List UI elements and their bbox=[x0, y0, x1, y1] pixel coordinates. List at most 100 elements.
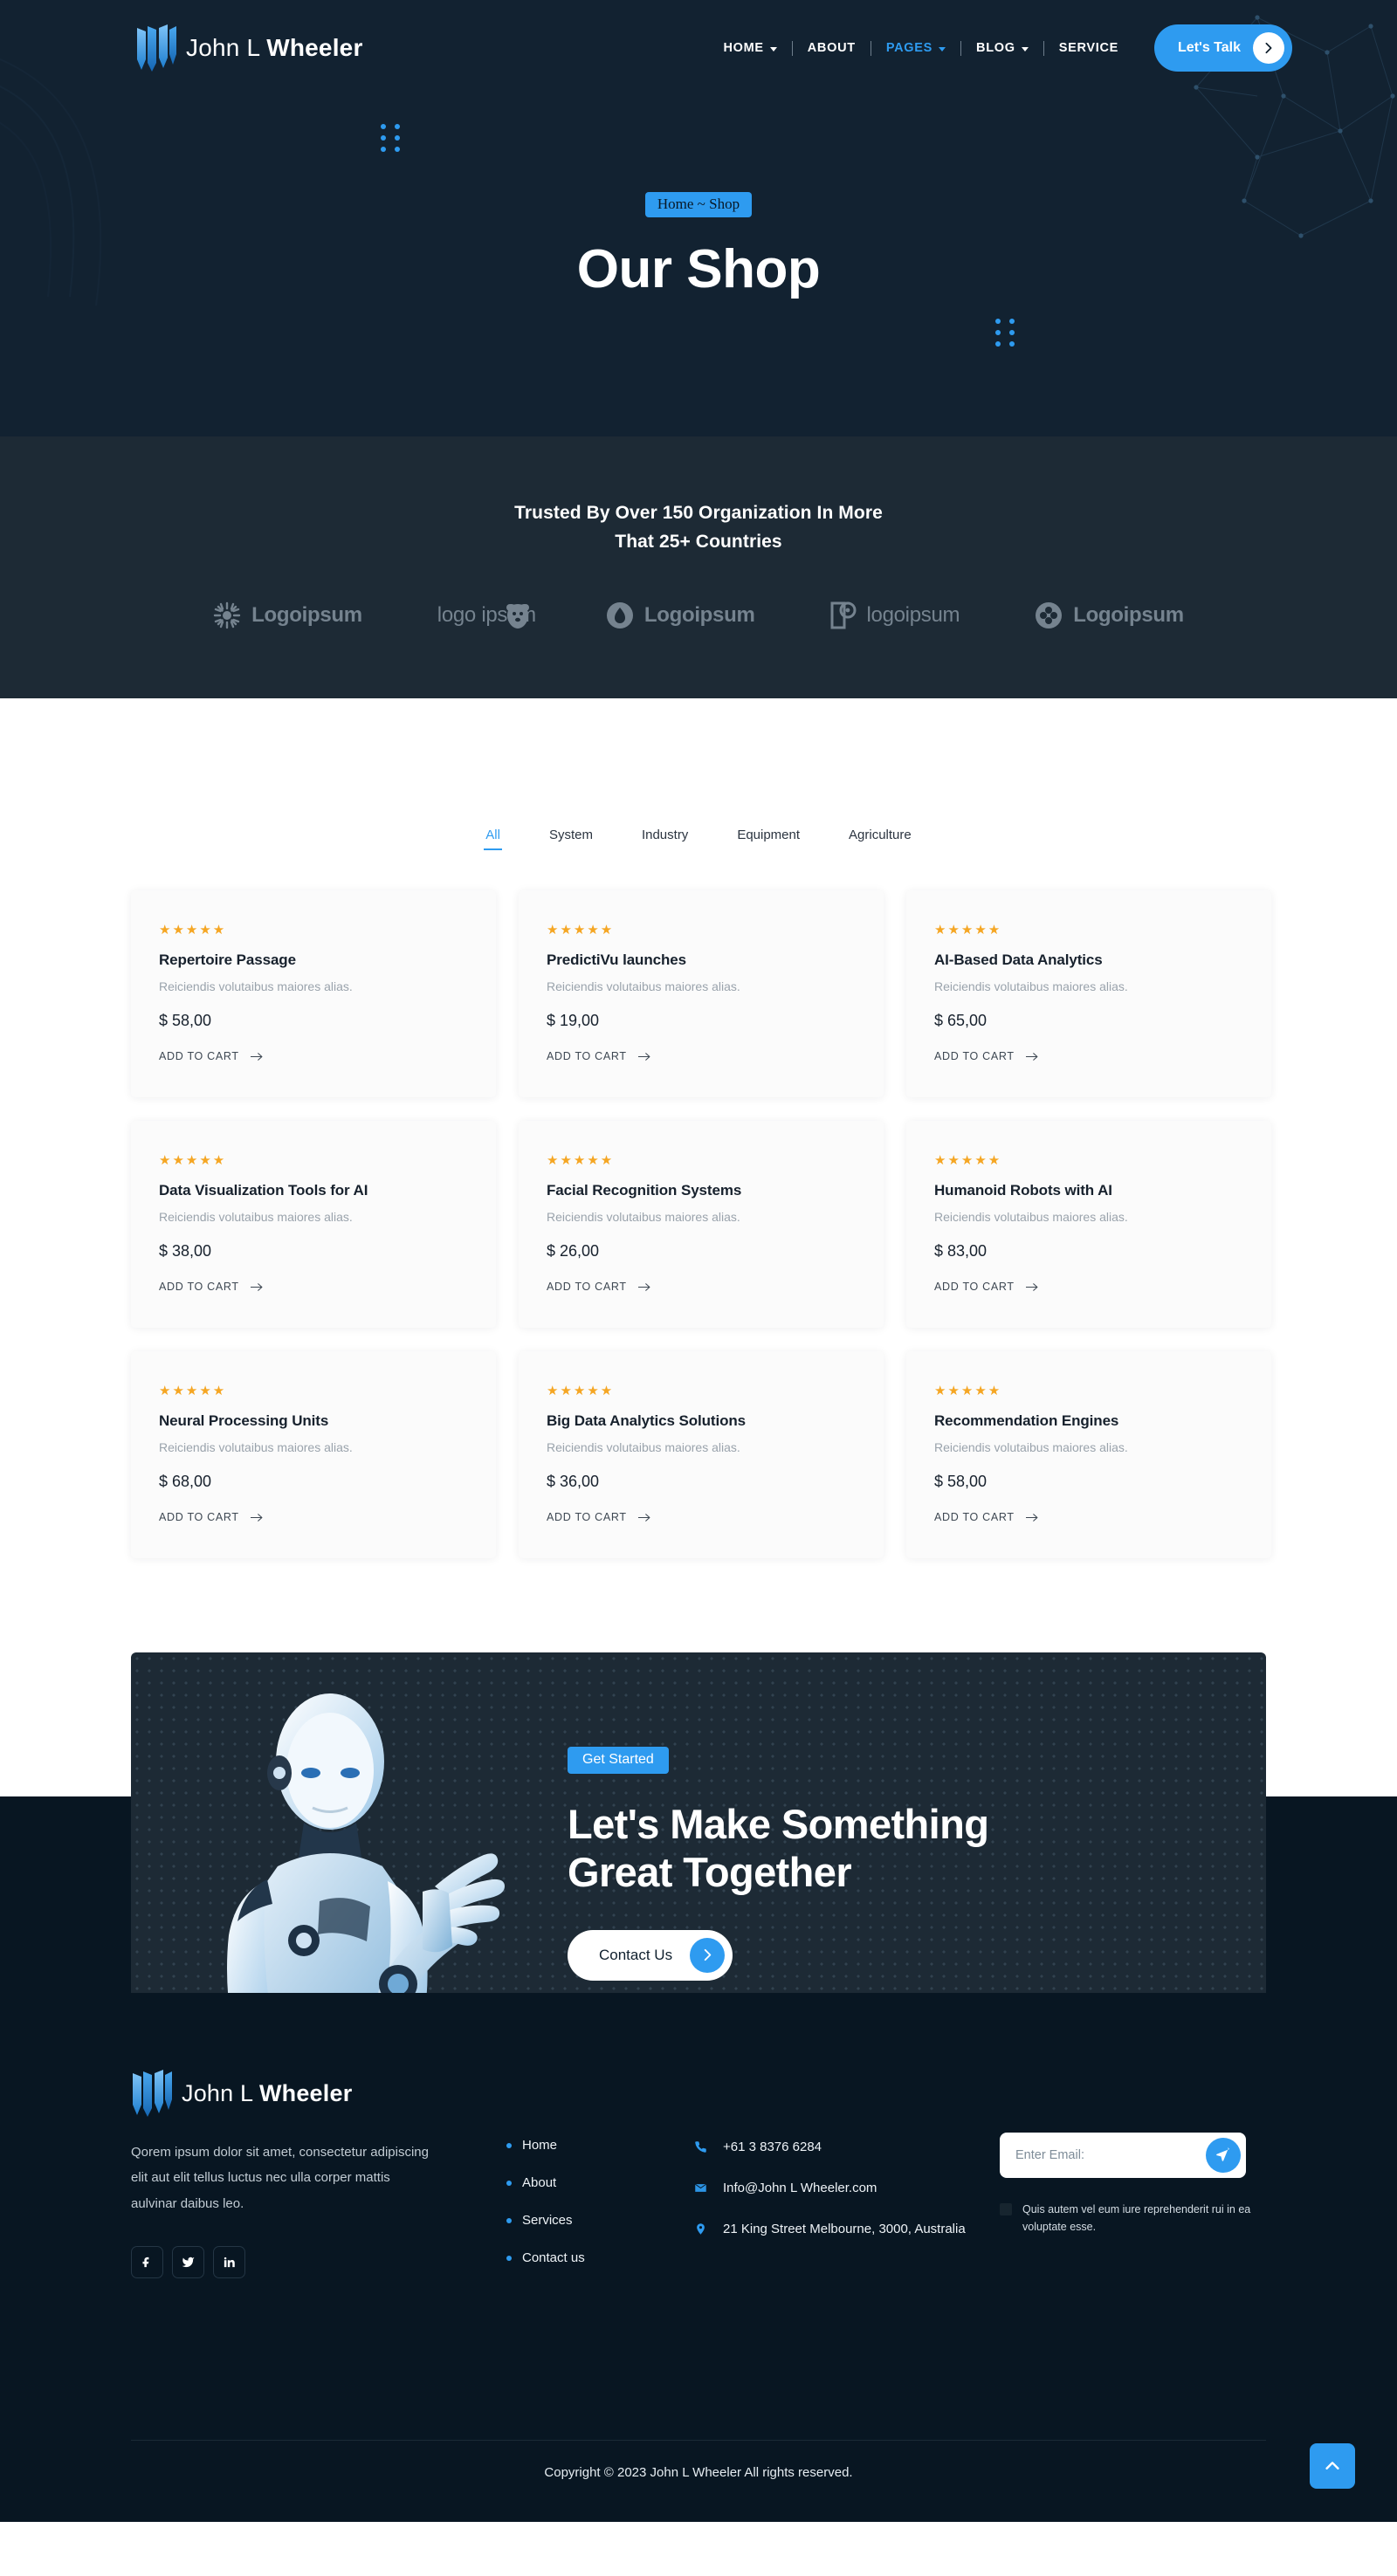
footer-link-about[interactable]: About bbox=[506, 2175, 694, 2190]
consent-checkbox[interactable] bbox=[1000, 2203, 1012, 2215]
newsletter-form bbox=[1000, 2133, 1246, 2178]
site-footer: John L Wheeler Qorem ipsum dolor sit ame… bbox=[0, 1993, 1397, 2522]
partner-logo-3-label: Logoipsum bbox=[643, 603, 755, 628]
add-to-cart-button[interactable]: ADD TO CART bbox=[547, 1050, 651, 1062]
product-card[interactable]: ★★★★★ Repertoire Passage Reiciendis voluta… bbox=[131, 890, 496, 1097]
tab-all[interactable]: All bbox=[461, 828, 525, 850]
arrow-right-icon bbox=[637, 1513, 650, 1522]
footer-link-contact-us-label: Contact us bbox=[522, 2250, 585, 2265]
nav-item-blog-label: BLOG bbox=[976, 41, 1015, 55]
mail-icon bbox=[694, 2179, 708, 2199]
chevron-down-icon bbox=[1021, 46, 1029, 52]
product-description: Reiciendis volutaibus maiores alias. bbox=[159, 1210, 353, 1224]
chevron-up-icon bbox=[1325, 2462, 1339, 2470]
add-to-cart-label: ADD TO CART bbox=[547, 1281, 627, 1293]
nav-item-home[interactable]: HOME bbox=[708, 41, 791, 55]
arrow-right-icon bbox=[250, 1513, 263, 1522]
facebook-link[interactable] bbox=[131, 2245, 163, 2278]
social-links bbox=[131, 2245, 506, 2278]
product-description: Reiciendis volutaibus maiores alias. bbox=[547, 979, 740, 993]
nav-menu: HOME ABOUT PAGES BLOG SERVICE Let's Talk bbox=[708, 24, 1292, 72]
product-title: PredictiVu launches bbox=[547, 951, 686, 968]
add-to-cart-button[interactable]: ADD TO CART bbox=[934, 1050, 1039, 1062]
product-card[interactable]: ★★★★★ Humanoid Robots with AI Reiciendis v… bbox=[906, 1121, 1271, 1328]
add-to-cart-button[interactable]: ADD TO CART bbox=[547, 1511, 651, 1523]
contact-address-text: 21 King Street Melbourne, 3000, Australi… bbox=[723, 2222, 966, 2236]
tab-system[interactable]: System bbox=[525, 828, 617, 850]
add-to-cart-button[interactable]: ADD TO CART bbox=[934, 1281, 1039, 1293]
rating-stars: ★★★★★ bbox=[934, 923, 1002, 938]
arrow-right-icon bbox=[690, 1937, 726, 1973]
twitter-link[interactable] bbox=[172, 2245, 204, 2278]
product-card[interactable]: ★★★★★ Data Visualization Tools for AI Reic… bbox=[131, 1121, 496, 1328]
scroll-to-top-button[interactable] bbox=[1310, 2443, 1355, 2489]
footer-brand-link[interactable]: John L Wheeler bbox=[131, 2070, 506, 2117]
footer-link-contact-us[interactable]: Contact us bbox=[506, 2250, 694, 2265]
twitter-icon bbox=[182, 2257, 195, 2267]
nav-item-pages[interactable]: PAGES bbox=[871, 41, 960, 55]
add-to-cart-button[interactable]: ADD TO CART bbox=[934, 1511, 1039, 1523]
cta-section-wrapper: Get Started Let's Make Something Great T… bbox=[0, 1652, 1397, 2071]
hero-content: Home ~ Shop Our Shop bbox=[0, 96, 1397, 300]
brand-name: John L Wheeler bbox=[186, 34, 363, 62]
nav-separator bbox=[960, 40, 962, 56]
add-to-cart-button[interactable]: ADD TO CART bbox=[159, 1050, 264, 1062]
partner-logo-5: Logoipsum bbox=[1035, 601, 1184, 629]
linkedin-link[interactable] bbox=[213, 2245, 245, 2278]
newsletter-submit-button[interactable] bbox=[1206, 2138, 1241, 2173]
product-card[interactable]: ★★★★★ Neural Processing Units Reiciendis v… bbox=[131, 1351, 496, 1558]
tab-equipment[interactable]: Equipment bbox=[712, 828, 824, 850]
lets-talk-button[interactable]: Let's Talk bbox=[1154, 24, 1292, 72]
tab-industry[interactable]: Industry bbox=[617, 828, 712, 850]
brand-logo-link[interactable]: John L Wheeler bbox=[135, 24, 363, 72]
contact-phone[interactable]: +61 3 8376 6284 bbox=[694, 2138, 1000, 2158]
product-title: Repertoire Passage bbox=[159, 951, 296, 968]
nav-item-blog[interactable]: BLOG bbox=[961, 41, 1043, 55]
sunburst-icon bbox=[213, 601, 241, 629]
arrow-right-icon bbox=[1025, 1052, 1038, 1061]
trusted-headline: Trusted By Over 150 Organization In More… bbox=[0, 499, 1397, 556]
contact-address[interactable]: 21 King Street Melbourne, 3000, Australi… bbox=[694, 2220, 1000, 2240]
contact-phone-text: +61 3 8376 6284 bbox=[723, 2140, 822, 2154]
email-input[interactable] bbox=[1015, 2148, 1206, 2162]
footer-brand-column: John L Wheeler Qorem ipsum dolor sit ame… bbox=[131, 2070, 506, 2288]
contact-email[interactable]: Info@John L Wheeler.com bbox=[694, 2179, 1000, 2199]
product-card[interactable]: ★★★★★ AI-Based Data Analytics Reiciendis v… bbox=[906, 890, 1271, 1097]
bullet-icon bbox=[506, 2217, 512, 2223]
contact-us-label: Contact Us bbox=[599, 1946, 673, 1963]
add-to-cart-label: ADD TO CART bbox=[547, 1050, 627, 1062]
product-card[interactable]: ★★★★★ Big Data Analytics Solutions Reicien… bbox=[519, 1351, 884, 1558]
product-title: Big Data Analytics Solutions bbox=[547, 1412, 746, 1429]
nav-separator bbox=[791, 40, 793, 56]
product-description: Reiciendis volutaibus maiores alias. bbox=[934, 979, 1128, 993]
product-title: Data Visualization Tools for AI bbox=[159, 1182, 368, 1199]
send-icon bbox=[1216, 2147, 1230, 2161]
arrow-right-icon bbox=[1025, 1513, 1038, 1522]
product-card[interactable]: ★★★★★ Facial Recognition Systems Reiciendi… bbox=[519, 1121, 884, 1328]
cta-text-block: Get Started Let's Make Something Great T… bbox=[568, 1747, 1214, 1981]
product-title: Neural Processing Units bbox=[159, 1412, 329, 1429]
location-icon bbox=[694, 2220, 708, 2240]
product-price: $ 19,00 bbox=[547, 1012, 600, 1029]
product-description: Reiciendis volutaibus maiores alias. bbox=[159, 979, 353, 993]
product-card[interactable]: ★★★★★ Recommendation Engines Reiciendis vo… bbox=[906, 1351, 1271, 1558]
add-to-cart-label: ADD TO CART bbox=[547, 1511, 627, 1523]
add-to-cart-button[interactable]: ADD TO CART bbox=[159, 1281, 264, 1293]
product-card[interactable]: ★★★★★ PredictiVu launches Reiciendis volut… bbox=[519, 890, 884, 1097]
tab-agriculture[interactable]: Agriculture bbox=[824, 828, 936, 850]
product-description: Reiciendis volutaibus maiores alias. bbox=[547, 1440, 740, 1454]
trusted-by-section: Trusted By Over 150 Organization In More… bbox=[0, 436, 1397, 698]
footer-link-services[interactable]: Services bbox=[506, 2213, 694, 2228]
add-to-cart-button[interactable]: ADD TO CART bbox=[547, 1281, 651, 1293]
nav-item-about[interactable]: ABOUT bbox=[793, 41, 871, 55]
rating-stars: ★★★★★ bbox=[934, 1153, 1002, 1168]
bullet-icon bbox=[506, 2180, 512, 2186]
add-to-cart-button[interactable]: ADD TO CART bbox=[159, 1511, 264, 1523]
rating-stars: ★★★★★ bbox=[159, 1384, 227, 1398]
nav-item-service[interactable]: SERVICE bbox=[1044, 41, 1133, 55]
contact-us-button[interactable]: Contact Us bbox=[568, 1929, 733, 1981]
cta-heading: Let's Make Something Great Together bbox=[568, 1800, 1214, 1897]
footer-link-home[interactable]: Home bbox=[506, 2138, 694, 2153]
linkedin-icon bbox=[224, 2257, 235, 2267]
hero-dot-decoration-right bbox=[995, 319, 1017, 347]
